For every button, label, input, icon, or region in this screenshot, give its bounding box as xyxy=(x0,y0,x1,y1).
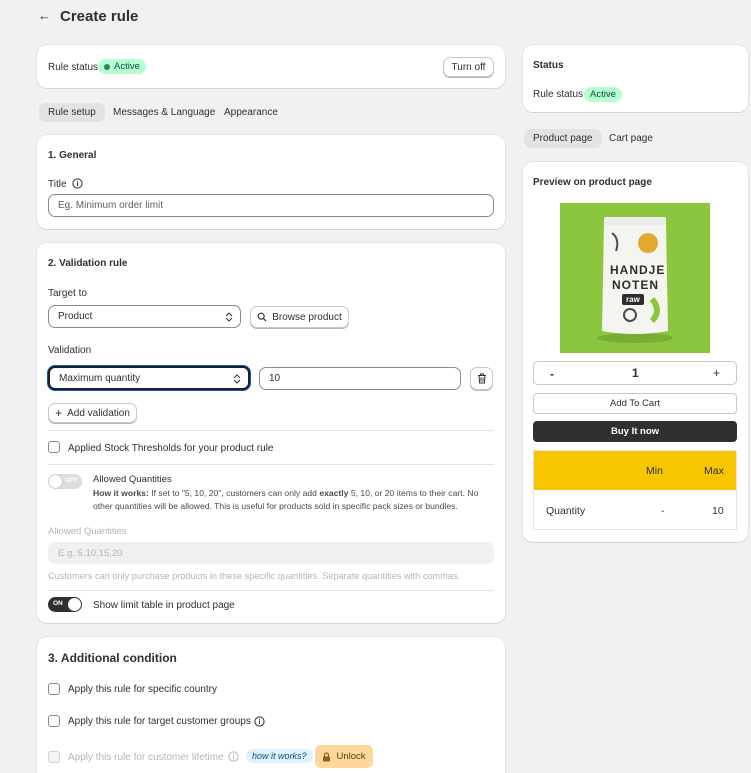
limit-table-row-max: 10 xyxy=(712,505,724,517)
toggle-state-text: OFF xyxy=(65,477,78,484)
add-validation-button[interactable]: + Add validation xyxy=(48,403,137,423)
rule-status-card: Rule status Active Turn off xyxy=(37,45,505,88)
target-select-value: Product xyxy=(58,311,93,322)
limit-table-row-min: - xyxy=(661,505,665,517)
limit-table-toggle[interactable]: ON xyxy=(48,597,82,612)
how-it-works-text: How it works: If set to "5, 10, 20", cus… xyxy=(93,487,498,512)
browse-product-label: Browse product xyxy=(272,311,342,323)
info-icon xyxy=(228,751,239,762)
additional-condition-card: 3. Additional condition Apply this rule … xyxy=(37,637,505,773)
customer-lifetime-label: Apply this rule for customer lifetime xyxy=(68,752,224,763)
customer-groups-checkbox[interactable] xyxy=(48,715,60,727)
target-select[interactable]: Product xyxy=(48,305,241,328)
limit-table: Min Max Quantity - 10 xyxy=(533,450,737,530)
limit-table-col-min: Min xyxy=(646,465,663,477)
limit-table-row-label: Quantity xyxy=(546,505,586,517)
add-validation-label: Add validation xyxy=(67,407,130,419)
customer-lifetime-checkbox xyxy=(48,751,60,763)
toggle-state-text: ON xyxy=(53,600,63,607)
unlock-button[interactable]: Unlock xyxy=(315,745,373,768)
validation-type-select[interactable]: Maximum quantity xyxy=(48,366,250,390)
back-button[interactable]: ← xyxy=(38,8,51,23)
decrement-button[interactable]: - xyxy=(550,367,554,381)
allowed-quantities-toggle[interactable]: OFF xyxy=(48,474,82,489)
product-text-3: raw xyxy=(622,294,644,305)
tab-messages-language[interactable]: Messages & Language xyxy=(104,103,224,122)
product-image: HANDJE NOTEN raw xyxy=(560,203,710,353)
stock-thresholds-checkbox[interactable] xyxy=(48,441,60,453)
allowed-quantities-help: Customers can only purchase products in … xyxy=(48,571,461,581)
plus-icon: + xyxy=(55,406,63,420)
specific-country-label: Apply this rule for specific country xyxy=(68,684,217,695)
validation-heading: 2. Validation rule xyxy=(48,258,128,269)
tab-cart-page[interactable]: Cart page xyxy=(600,129,662,148)
preview-card: Preview on product page HANDJE NOTEN raw… xyxy=(523,162,748,542)
how-it-works-part1: If set to "5, 10, 20", customers can onl… xyxy=(148,488,320,498)
product-text-2: NOTEN xyxy=(612,278,659,292)
limit-table-col-max: Max xyxy=(704,465,724,477)
title-label: Title xyxy=(48,179,67,190)
delete-validation-button[interactable] xyxy=(470,367,493,390)
trash-icon xyxy=(477,373,486,384)
divider xyxy=(48,590,494,591)
divider xyxy=(48,464,494,465)
tab-appearance[interactable]: Appearance xyxy=(215,103,287,122)
browse-product-button[interactable]: Browse product xyxy=(250,306,349,328)
title-input[interactable]: Eg. Minimum order limit xyxy=(48,194,494,217)
tab-rule-setup[interactable]: Rule setup xyxy=(39,103,105,122)
toggle-knob xyxy=(49,475,62,488)
info-icon xyxy=(72,178,83,189)
validation-type-value: Maximum quantity xyxy=(59,372,141,384)
preview-heading: Preview on product page xyxy=(533,177,652,188)
validation-label: Validation xyxy=(48,345,92,356)
status-panel-label: Rule status xyxy=(533,89,584,100)
status-dot-icon xyxy=(104,63,110,70)
show-limit-table-label: Show limit table in product page xyxy=(93,600,235,611)
status-badge: Active xyxy=(98,59,146,74)
unlock-label: Unlock xyxy=(336,751,366,762)
validation-value-input[interactable]: 10 xyxy=(259,367,461,390)
how-it-works-badge[interactable]: how it works? xyxy=(246,749,313,763)
add-to-cart-button[interactable]: Add To Cart xyxy=(533,393,737,414)
status-panel-card: Status Rule status Active xyxy=(523,45,748,112)
select-chevron-icon xyxy=(233,374,241,384)
quantity-value[interactable]: 1 xyxy=(632,366,639,380)
tab-product-page[interactable]: Product page xyxy=(524,129,602,148)
increment-button[interactable]: + xyxy=(713,366,720,380)
page-title: Create rule xyxy=(60,8,139,25)
rule-status-label: Rule status xyxy=(48,62,99,73)
turn-off-button[interactable]: Turn off xyxy=(443,57,494,77)
additional-heading: 3. Additional condition xyxy=(48,651,177,665)
customer-groups-label: Apply this rule for target customer grou… xyxy=(68,716,251,727)
search-icon xyxy=(257,312,267,322)
status-panel-heading: Status xyxy=(533,60,564,71)
stock-thresholds-label: Applied Stock Thresholds for your produc… xyxy=(68,443,274,454)
allowed-quantities-field-label: Allowed Quantities xyxy=(48,526,127,537)
product-text-1: HANDJE xyxy=(610,263,666,277)
how-it-works-bold: exactly xyxy=(319,488,349,498)
how-it-works-prefix: How it works: xyxy=(93,488,149,498)
target-label: Target to xyxy=(48,288,87,299)
specific-country-checkbox[interactable] xyxy=(48,683,60,695)
status-badge-text: Active xyxy=(114,61,140,72)
quantity-stepper: - 1 + xyxy=(533,361,737,385)
select-chevron-icon xyxy=(225,312,233,322)
general-heading: 1. General xyxy=(48,150,97,161)
toggle-knob xyxy=(68,598,81,611)
lock-icon xyxy=(323,751,331,761)
buy-now-button[interactable]: Buy It now xyxy=(533,421,737,442)
status-panel-badge: Active xyxy=(584,87,622,102)
general-card: 1. General Title Eg. Minimum order limit xyxy=(37,135,505,229)
allowed-quantities-input: E.g. 5,10,15,20 xyxy=(48,542,494,564)
validation-rule-card: 2. Validation rule Target to Product Bro… xyxy=(37,243,505,623)
allowed-quantities-title: Allowed Quantities xyxy=(93,474,172,485)
divider xyxy=(48,430,494,431)
info-icon xyxy=(254,716,265,727)
